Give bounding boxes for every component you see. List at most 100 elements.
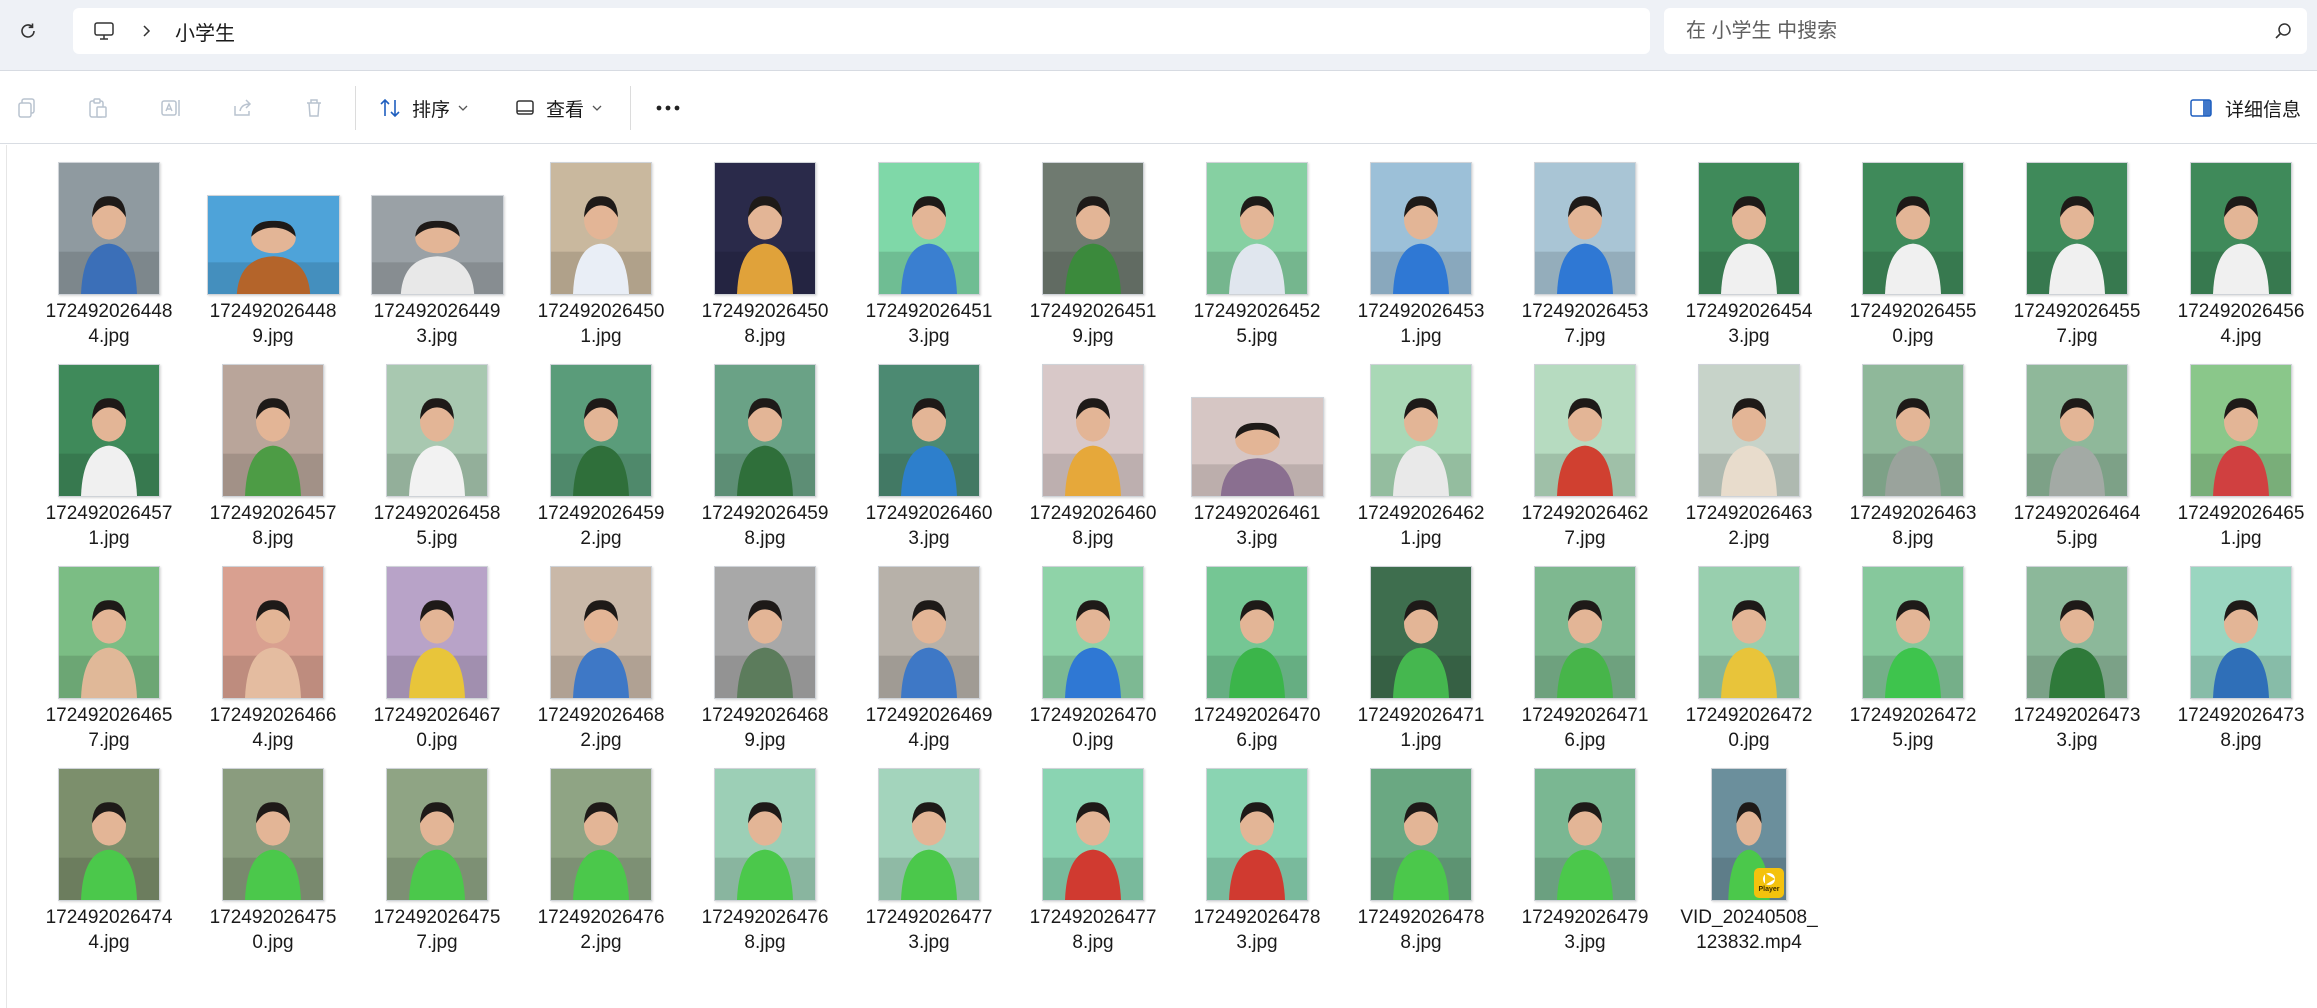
file-thumbnail[interactable]: [222, 768, 324, 901]
refresh-button[interactable]: [10, 14, 46, 48]
image-file-item[interactable]: 172492026467 0.jpg: [355, 563, 519, 765]
file-thumbnail[interactable]: [386, 566, 488, 699]
image-file-item[interactable]: 172492026470 6.jpg: [1175, 563, 1339, 765]
file-thumbnail[interactable]: [1534, 162, 1636, 295]
file-name[interactable]: 172492026460 3.jpg: [847, 501, 1011, 551]
file-name[interactable]: 172492026470 6.jpg: [1175, 703, 1339, 753]
file-thumbnail[interactable]: [550, 364, 652, 497]
file-thumbnail[interactable]: [2190, 566, 2292, 699]
image-file-item[interactable]: 172492026453 7.jpg: [1503, 159, 1667, 361]
delete-icon[interactable]: [298, 92, 330, 124]
file-thumbnail[interactable]: [2190, 364, 2292, 497]
image-file-item[interactable]: 172492026465 1.jpg: [2159, 361, 2317, 563]
file-name[interactable]: 172492026448 9.jpg: [191, 299, 355, 349]
file-name[interactable]: 172492026450 1.jpg: [519, 299, 683, 349]
file-thumbnail[interactable]: [2026, 364, 2128, 497]
file-name[interactable]: 172492026467 0.jpg: [355, 703, 519, 753]
image-file-item[interactable]: 172492026462 7.jpg: [1503, 361, 1667, 563]
file-thumbnail[interactable]: [714, 162, 816, 295]
file-thumbnail[interactable]: [1206, 566, 1308, 699]
image-file-item[interactable]: 172492026468 2.jpg: [519, 563, 683, 765]
rename-icon[interactable]: [155, 92, 187, 124]
paste-icon[interactable]: [82, 92, 114, 124]
details-pane-button[interactable]: 详细信息: [2189, 90, 2301, 126]
file-name[interactable]: 172492026460 8.jpg: [1011, 501, 1175, 551]
file-thumbnail[interactable]: [1862, 162, 1964, 295]
file-name[interactable]: 172492026452 5.jpg: [1175, 299, 1339, 349]
file-thumbnail[interactable]: [1534, 364, 1636, 497]
file-name[interactable]: 172492026448 4.jpg: [27, 299, 191, 349]
file-name[interactable]: 172492026463 2.jpg: [1667, 501, 1831, 551]
file-thumbnail[interactable]: [714, 768, 816, 901]
file-name[interactable]: 172492026459 8.jpg: [683, 501, 847, 551]
file-thumbnail[interactable]: [550, 768, 652, 901]
file-name[interactable]: 172492026472 5.jpg: [1831, 703, 1995, 753]
file-name[interactable]: 172492026473 8.jpg: [2159, 703, 2317, 753]
image-file-item[interactable]: 172492026448 4.jpg: [27, 159, 191, 361]
image-file-item[interactable]: 172492026460 3.jpg: [847, 361, 1011, 563]
file-name[interactable]: 172492026466 4.jpg: [191, 703, 355, 753]
file-thumbnail[interactable]: [1206, 162, 1308, 295]
file-thumbnail[interactable]: [878, 768, 980, 901]
file-thumbnail[interactable]: [550, 162, 652, 295]
file-thumbnail[interactable]: [1042, 162, 1144, 295]
file-thumbnail[interactable]: [1370, 566, 1472, 699]
image-file-item[interactable]: 172492026478 8.jpg: [1339, 765, 1503, 967]
file-thumbnail[interactable]: [878, 566, 980, 699]
file-thumbnail[interactable]: [878, 364, 980, 497]
file-thumbnail[interactable]: [58, 364, 160, 497]
image-file-item[interactable]: 172492026468 9.jpg: [683, 563, 847, 765]
image-file-item[interactable]: 172492026475 7.jpg: [355, 765, 519, 967]
file-name[interactable]: 172492026479 3.jpg: [1503, 905, 1667, 955]
sort-button[interactable]: 排序: [378, 90, 468, 126]
file-name[interactable]: 172492026474 4.jpg: [27, 905, 191, 955]
file-name[interactable]: 172492026461 3.jpg: [1175, 501, 1339, 551]
image-file-item[interactable]: 172492026462 1.jpg: [1339, 361, 1503, 563]
computer-icon[interactable]: [91, 18, 117, 44]
image-file-item[interactable]: 172492026458 5.jpg: [355, 361, 519, 563]
image-file-item[interactable]: 172492026474 4.jpg: [27, 765, 191, 967]
image-file-item[interactable]: 172492026464 5.jpg: [1995, 361, 2159, 563]
file-thumbnail[interactable]: [1042, 768, 1144, 901]
image-file-item[interactable]: 172492026471 6.jpg: [1503, 563, 1667, 765]
file-thumbnail[interactable]: [2026, 162, 2128, 295]
file-name[interactable]: 172492026458 5.jpg: [355, 501, 519, 551]
file-thumbnail[interactable]: [714, 364, 816, 497]
file-name[interactable]: 172492026475 7.jpg: [355, 905, 519, 955]
file-thumbnail[interactable]: [2190, 162, 2292, 295]
image-file-item[interactable]: 172492026463 8.jpg: [1831, 361, 1995, 563]
file-name[interactable]: 172492026468 2.jpg: [519, 703, 683, 753]
file-name[interactable]: 172492026471 6.jpg: [1503, 703, 1667, 753]
video-file-item[interactable]: Player VID_20240508_ 123832.mp4: [1667, 765, 1831, 967]
image-file-item[interactable]: 172492026470 0.jpg: [1011, 563, 1175, 765]
file-thumbnail[interactable]: [58, 566, 160, 699]
file-name[interactable]: 172492026470 0.jpg: [1011, 703, 1175, 753]
file-name[interactable]: 172492026459 2.jpg: [519, 501, 683, 551]
file-thumbnail[interactable]: [206, 195, 340, 295]
image-file-item[interactable]: 172492026449 3.jpg: [355, 159, 519, 361]
image-file-item[interactable]: 172492026460 8.jpg: [1011, 361, 1175, 563]
view-button[interactable]: 查看: [514, 90, 602, 126]
file-thumbnail[interactable]: [1534, 566, 1636, 699]
file-name[interactable]: 172492026475 0.jpg: [191, 905, 355, 955]
file-name[interactable]: 172492026451 3.jpg: [847, 299, 1011, 349]
file-name[interactable]: 172492026455 0.jpg: [1831, 299, 1995, 349]
image-file-item[interactable]: 172492026477 8.jpg: [1011, 765, 1175, 967]
image-file-item[interactable]: 172492026450 1.jpg: [519, 159, 683, 361]
image-file-item[interactable]: 172492026456 4.jpg: [2159, 159, 2317, 361]
file-name[interactable]: 172492026468 9.jpg: [683, 703, 847, 753]
image-file-item[interactable]: 172492026466 4.jpg: [191, 563, 355, 765]
image-file-item[interactable]: 172492026455 0.jpg: [1831, 159, 1995, 361]
image-file-item[interactable]: 172492026451 3.jpg: [847, 159, 1011, 361]
file-name[interactable]: 172492026476 8.jpg: [683, 905, 847, 955]
image-file-item[interactable]: 172492026472 0.jpg: [1667, 563, 1831, 765]
image-file-item[interactable]: 172492026475 0.jpg: [191, 765, 355, 967]
search-input[interactable]: [1686, 11, 2246, 51]
file-name[interactable]: 172492026463 8.jpg: [1831, 501, 1995, 551]
file-name[interactable]: 172492026457 1.jpg: [27, 501, 191, 551]
image-file-item[interactable]: 172492026473 3.jpg: [1995, 563, 2159, 765]
file-name[interactable]: 172492026456 4.jpg: [2159, 299, 2317, 349]
file-thumbnail[interactable]: [1534, 768, 1636, 901]
file-name[interactable]: 172492026477 3.jpg: [847, 905, 1011, 955]
file-thumbnail[interactable]: [370, 195, 504, 295]
